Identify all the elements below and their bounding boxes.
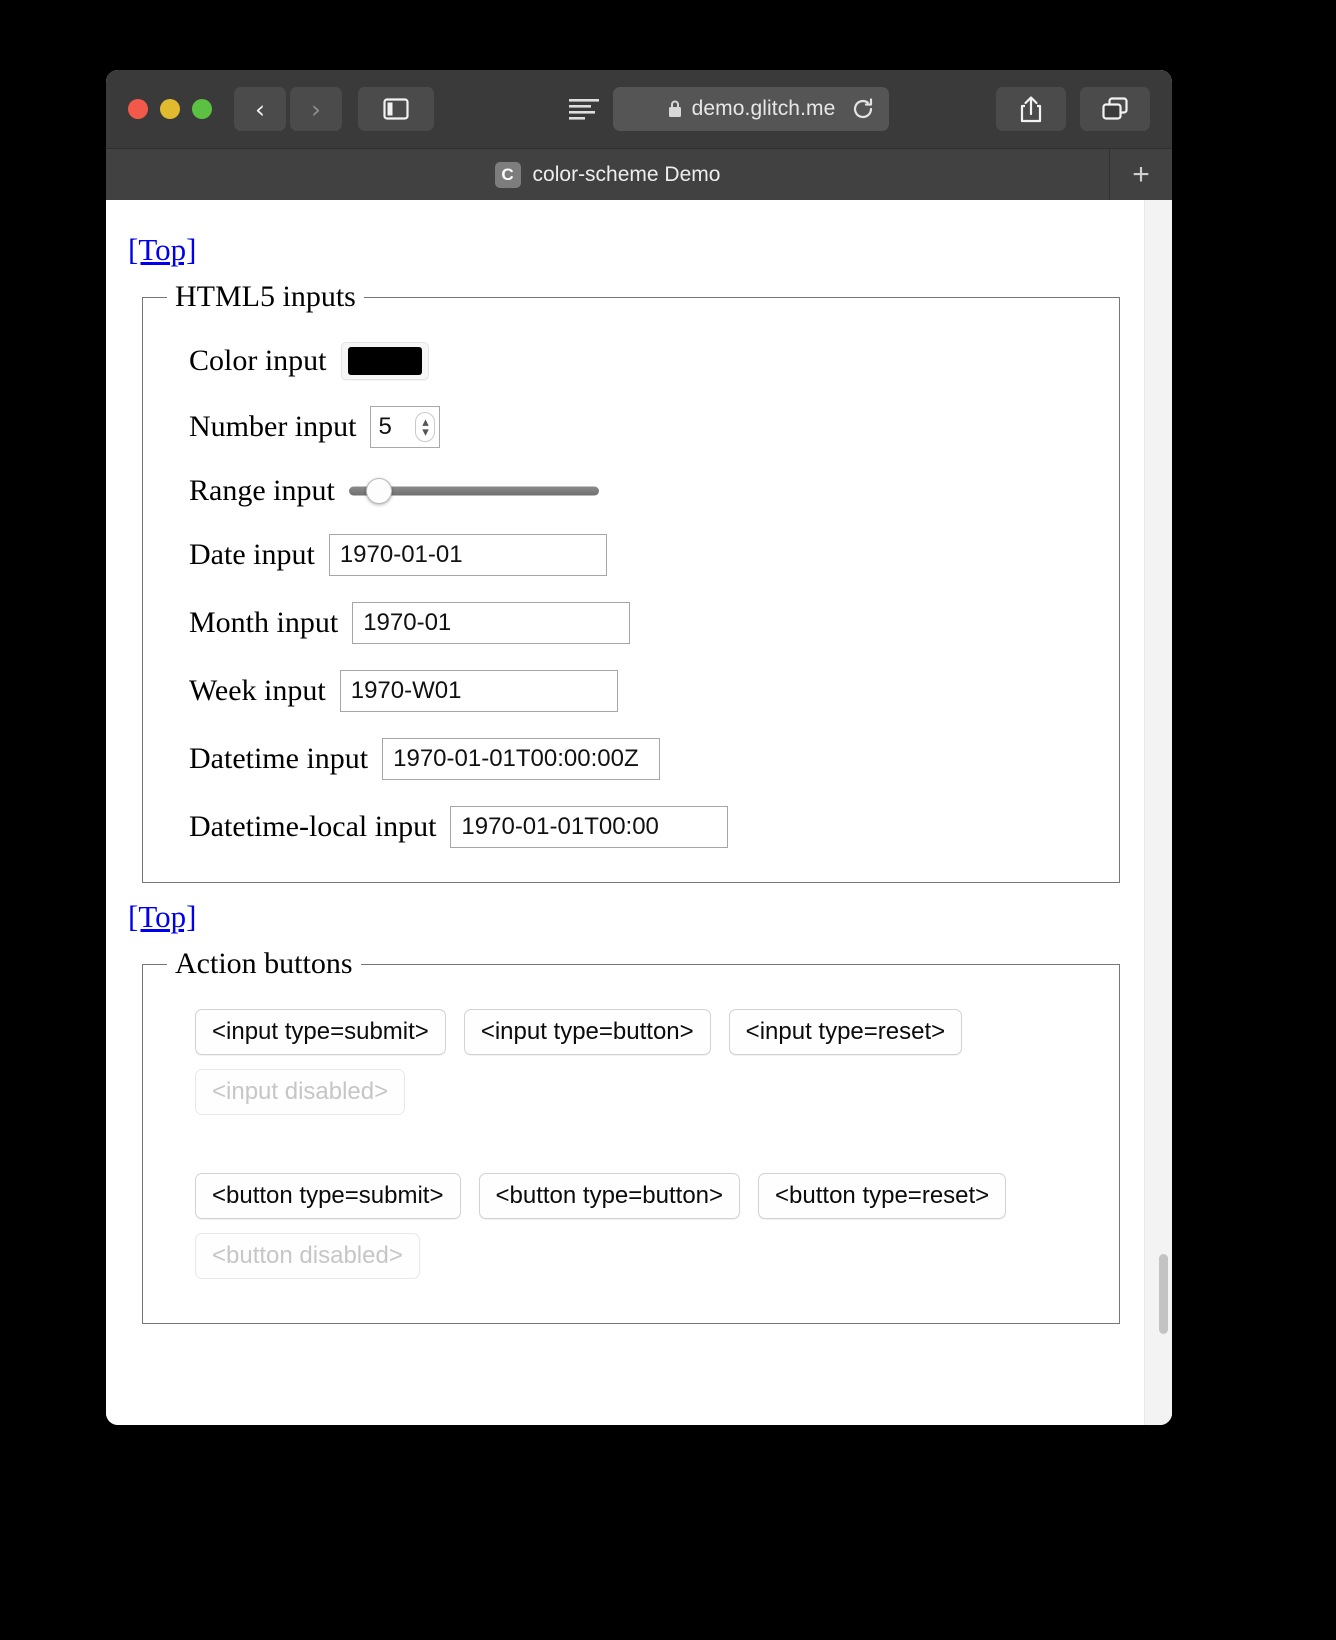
date-input[interactable]: 1970-01-01 bbox=[328, 534, 607, 576]
back-button[interactable]: ‹ bbox=[234, 87, 286, 131]
html5-inputs-legend: HTML5 inputs bbox=[175, 280, 356, 313]
input-disabled-button: <input disabled> bbox=[195, 1069, 406, 1115]
action-buttons-fieldset: Action buttons <input type=submit> <inpu… bbox=[142, 947, 1120, 1324]
button-disabled-button: <button disabled> bbox=[195, 1233, 420, 1279]
reload-icon bbox=[853, 98, 873, 119]
input-buttons-row-1: <input type=submit> <input type=button> … bbox=[195, 1009, 1095, 1055]
share-icon bbox=[1020, 96, 1042, 123]
sidebar-toggle-button[interactable] bbox=[358, 87, 434, 131]
browser-toolbar: ‹ › demo.glitch.me bbox=[106, 70, 1172, 148]
label-range-input: Range input bbox=[189, 474, 335, 507]
top-link-1[interactable]: [Top] bbox=[128, 232, 196, 268]
html5-inputs-fieldset: HTML5 inputs Color input Number input 5 … bbox=[142, 280, 1120, 883]
range-thumb[interactable] bbox=[365, 478, 392, 504]
button-buttons-row-2: <button disabled> bbox=[195, 1233, 1095, 1279]
new-tab-button[interactable]: + bbox=[1110, 149, 1172, 200]
label-number-input: Number input bbox=[189, 410, 357, 443]
input-reset-button[interactable]: <input type=reset> bbox=[728, 1009, 963, 1055]
share-button[interactable] bbox=[995, 87, 1066, 131]
window-controls bbox=[128, 99, 212, 119]
datetime-local-input[interactable]: 1970-01-01T00:00 bbox=[450, 806, 729, 848]
label-week-input: Week input bbox=[189, 674, 326, 707]
forward-button[interactable]: › bbox=[290, 87, 342, 131]
tab-bar: C color-scheme Demo + bbox=[106, 148, 1172, 200]
minimize-window-button[interactable] bbox=[160, 99, 180, 119]
month-input[interactable]: 1970-01 bbox=[352, 602, 631, 644]
reader-view-button[interactable] bbox=[561, 87, 607, 131]
button-button-button[interactable]: <button type=button> bbox=[478, 1173, 741, 1219]
toolbar-right-buttons bbox=[995, 87, 1150, 131]
datetime-input[interactable]: 1970-01-01T00:00:00Z bbox=[382, 738, 661, 780]
button-buttons-row-1: <button type=submit> <button type=button… bbox=[195, 1173, 1095, 1219]
tab-overview-button[interactable] bbox=[1079, 87, 1150, 131]
reload-button[interactable] bbox=[851, 97, 875, 121]
row-date-input: Date input 1970-01-01 bbox=[189, 534, 1095, 576]
row-month-input: Month input 1970-01 bbox=[189, 602, 1095, 644]
color-input[interactable] bbox=[340, 342, 429, 380]
page-viewport: [Top] HTML5 inputs Color input Number in… bbox=[106, 200, 1172, 1425]
row-number-input: Number input 5 ▴ ▾ bbox=[189, 406, 1095, 448]
label-datetime-local-input: Datetime-local input bbox=[189, 810, 437, 843]
number-stepper[interactable]: ▴ ▾ bbox=[415, 412, 436, 442]
zoom-window-button[interactable] bbox=[192, 99, 212, 119]
tabs-overview-icon bbox=[1102, 97, 1128, 120]
week-input[interactable]: 1970-W01 bbox=[339, 670, 618, 712]
address-bar[interactable]: demo.glitch.me bbox=[613, 87, 889, 131]
action-buttons-legend: Action buttons bbox=[175, 947, 353, 980]
top-link-2[interactable]: [Top] bbox=[128, 899, 196, 935]
chevron-down-icon: ▾ bbox=[422, 424, 429, 439]
browser-window: ‹ › demo.glitch.me C color-scheme Demo +… bbox=[106, 70, 1172, 1425]
row-datetime-local-input: Datetime-local input 1970-01-01T00:00 bbox=[189, 806, 1095, 848]
row-week-input: Week input 1970-W01 bbox=[189, 670, 1095, 712]
row-color-input: Color input bbox=[189, 342, 1095, 380]
close-window-button[interactable] bbox=[128, 99, 148, 119]
range-input[interactable] bbox=[348, 476, 599, 506]
chevron-right-icon: › bbox=[311, 94, 321, 124]
vertical-scrollbar[interactable] bbox=[1159, 200, 1168, 1425]
favicon-icon: C bbox=[494, 161, 521, 188]
input-submit-button[interactable]: <input type=submit> bbox=[195, 1009, 446, 1055]
reader-lines-icon bbox=[569, 99, 600, 120]
number-input[interactable]: 5 ▴ ▾ bbox=[370, 406, 441, 448]
label-datetime-input: Datetime input bbox=[189, 742, 369, 775]
address-bar-url: demo.glitch.me bbox=[691, 97, 836, 120]
number-input-value: 5 bbox=[378, 413, 392, 440]
label-date-input: Date input bbox=[189, 538, 315, 571]
navigation-buttons: ‹ › bbox=[234, 87, 342, 131]
page-content: [Top] HTML5 inputs Color input Number in… bbox=[106, 200, 1172, 1324]
button-reset-button[interactable]: <button type=reset> bbox=[758, 1173, 1007, 1219]
input-buttons-row-2: <input disabled> bbox=[195, 1069, 1095, 1115]
label-color-input: Color input bbox=[189, 344, 327, 377]
label-month-input: Month input bbox=[189, 606, 339, 639]
sidebar-icon bbox=[383, 98, 409, 120]
color-swatch-chip bbox=[347, 347, 422, 375]
button-submit-button[interactable]: <button type=submit> bbox=[195, 1173, 461, 1219]
tab-title: color-scheme Demo bbox=[532, 162, 721, 186]
input-button-button[interactable]: <input type=button> bbox=[463, 1009, 711, 1055]
row-range-input: Range input bbox=[189, 474, 1095, 508]
chevron-left-icon: ‹ bbox=[255, 94, 265, 124]
lock-icon bbox=[667, 99, 683, 119]
scrollbar-thumb[interactable] bbox=[1159, 1253, 1168, 1334]
row-datetime-input: Datetime input 1970-01-01T00:00:00Z bbox=[189, 738, 1095, 780]
tab-color-scheme-demo[interactable]: C color-scheme Demo bbox=[106, 149, 1110, 200]
